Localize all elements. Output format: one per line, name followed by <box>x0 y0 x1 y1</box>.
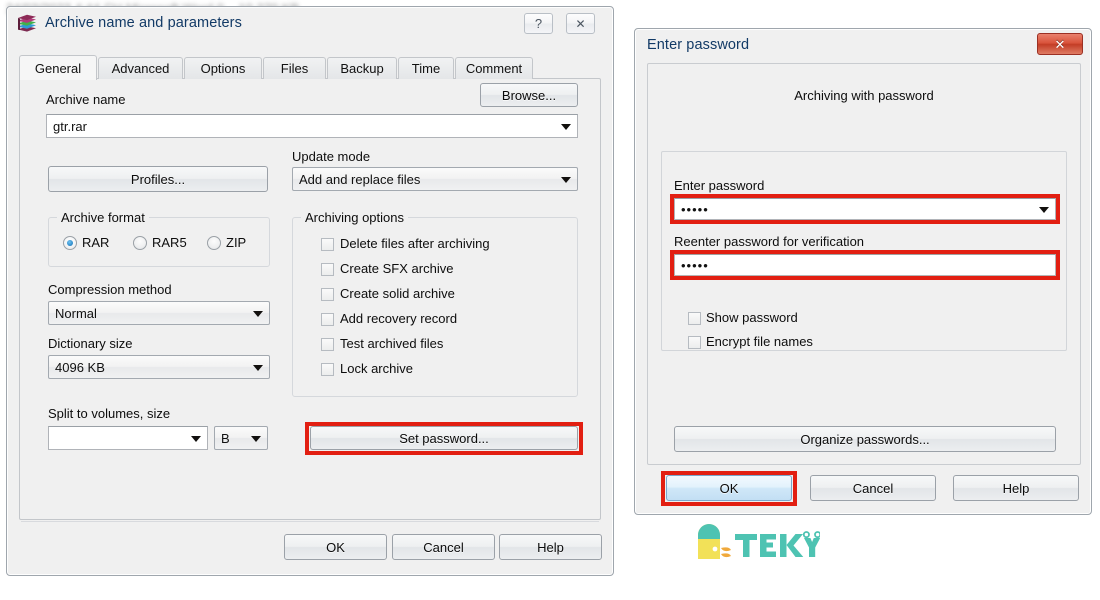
split-to-volumes-combo[interactable] <box>48 426 208 450</box>
organize-passwords-button[interactable]: Organize passwords... <box>674 426 1056 452</box>
password-cancel-button[interactable]: Cancel <box>810 475 936 501</box>
checkbox-create-solid-archive[interactable] <box>321 288 334 301</box>
update-mode-label: Update mode <box>292 149 371 164</box>
archive-cancel-button[interactable]: Cancel <box>392 534 495 560</box>
checkbox-label-encrypt-file-names: Encrypt file names <box>706 334 813 349</box>
checkbox-label-lock-archive: Lock archive <box>340 361 413 376</box>
tab-container: General Advanced Options Files Backup Time Com… <box>19 55 601 520</box>
close-titlebar-button[interactable]: ✕ <box>566 13 595 34</box>
archiving-options-group: Archiving options Delete files after arc… <box>292 210 578 397</box>
dictionary-size-value: 4096 KB <box>55 359 105 375</box>
tab-files[interactable]: Files <box>263 57 326 79</box>
checkbox-label-create-solid-archive: Create solid archive <box>340 286 455 301</box>
general-tab-page: Archive name Browse... gtr.rar Profiles.… <box>19 78 601 520</box>
archive-name-value: gtr.rar <box>53 118 87 134</box>
teky-logo-icon <box>698 524 822 559</box>
split-unit-combo[interactable]: B <box>214 426 268 450</box>
password-dialog-title: Enter password <box>647 37 750 53</box>
archive-dialog-title: Archive name and parameters <box>45 15 242 31</box>
tab-general[interactable]: General <box>19 55 97 80</box>
radio-format-zip-label: ZIP <box>226 235 247 250</box>
checkbox-label-add-recovery-record: Add recovery record <box>340 311 458 326</box>
archiving-options-list: Delete files after archiving Create SFX a… <box>293 218 577 396</box>
archive-format-options: RAR RAR5 ZIP <box>49 218 269 266</box>
close-titlebar-button[interactable]: ✕ <box>1037 33 1083 55</box>
password-panel: Archiving with password Enter password •… <box>647 63 1081 465</box>
enter-password-dialog: Enter password ✕ Archiving with password… <box>634 28 1092 515</box>
checkbox-label-show-password: Show password <box>706 310 798 325</box>
tab-comment[interactable]: Comment <box>455 57 533 79</box>
radio-format-rar5-label: RAR5 <box>152 235 187 250</box>
checkbox-lock-archive[interactable] <box>321 363 334 376</box>
archive-dialog-titlebar[interactable]: Archive name and parameters ? ✕ <box>7 7 613 41</box>
winrar-books-icon <box>18 14 36 32</box>
password-dialog-titlebar[interactable]: Enter password ✕ <box>635 29 1091 61</box>
checkbox-label-create-sfx-archive: Create SFX archive <box>340 261 454 276</box>
chevron-down-icon <box>561 124 571 130</box>
profiles-button[interactable]: Profiles... <box>48 166 268 192</box>
archive-ok-button[interactable]: OK <box>284 534 387 560</box>
set-password-highlight <box>305 422 583 455</box>
radio-format-rar-label: RAR <box>82 235 110 250</box>
chevron-down-icon <box>253 365 263 371</box>
compression-method-label: Compression method <box>48 282 172 297</box>
split-unit-value: B <box>221 430 230 446</box>
compression-method-value: Normal <box>55 305 97 321</box>
checkbox-show-password[interactable] <box>688 312 701 325</box>
tab-backup[interactable]: Backup <box>327 57 397 79</box>
chevron-down-icon <box>251 436 261 442</box>
checkbox-delete-files-after-archiving[interactable] <box>321 238 334 251</box>
checkbox-label-delete-files-after-archiving: Delete files after archiving <box>340 236 490 251</box>
chevron-down-icon <box>561 177 571 183</box>
dictionary-size-label: Dictionary size <box>48 336 133 351</box>
radio-format-zip[interactable] <box>207 236 221 250</box>
archive-format-group: Archive format RAR RAR5 ZIP <box>48 210 270 267</box>
radio-format-rar5[interactable] <box>133 236 147 250</box>
split-to-volumes-label: Split to volumes, size <box>48 406 171 421</box>
update-mode-combo[interactable]: Add and replace files <box>292 167 578 191</box>
tab-advanced[interactable]: Advanced <box>98 57 183 79</box>
password-help-button[interactable]: Help <box>953 475 1079 501</box>
password-ok-highlight <box>661 471 797 506</box>
chevron-down-icon <box>253 311 263 317</box>
password-options-list: Show password Encrypt file names <box>648 64 1080 464</box>
checkbox-label-test-archived-files: Test archived files <box>340 336 444 351</box>
checkbox-create-sfx-archive[interactable] <box>321 263 334 276</box>
archive-name-and-parameters-dialog: Archive name and parameters ? ✕ General A… <box>6 6 614 576</box>
compression-method-combo[interactable]: Normal <box>48 301 270 325</box>
chevron-down-icon <box>191 436 201 442</box>
browse-button[interactable]: Browse... <box>480 83 578 107</box>
help-titlebar-button[interactable]: ? <box>524 13 553 34</box>
archive-help-button[interactable]: Help <box>499 534 602 560</box>
archive-name-combo[interactable]: gtr.rar <box>46 114 578 138</box>
checkbox-add-recovery-record[interactable] <box>321 313 334 326</box>
teky-watermark-logo <box>690 518 822 566</box>
dictionary-size-combo[interactable]: 4096 KB <box>48 355 270 379</box>
checkbox-test-archived-files[interactable] <box>321 338 334 351</box>
footer-divider <box>21 521 599 522</box>
radio-format-rar[interactable] <box>63 236 77 250</box>
update-mode-value: Add and replace files <box>299 171 421 187</box>
checkbox-encrypt-file-names[interactable] <box>688 336 701 349</box>
archive-name-label: Archive name <box>46 92 126 107</box>
tab-options[interactable]: Options <box>184 57 262 79</box>
tab-time[interactable]: Time <box>398 57 454 79</box>
